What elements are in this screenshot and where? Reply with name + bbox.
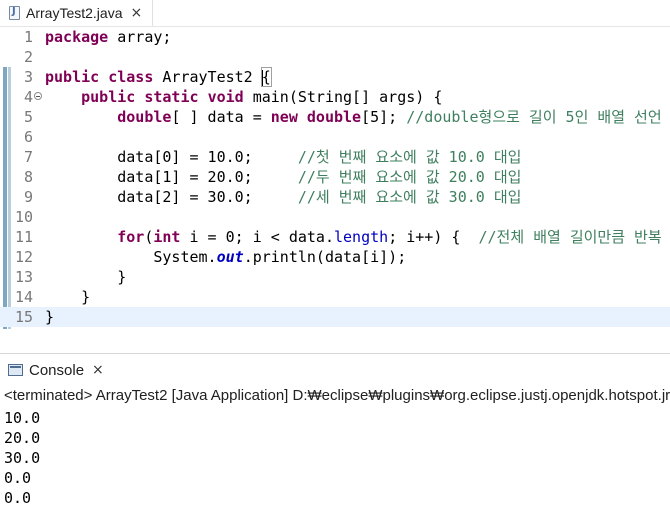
editor-tab-arraytest2[interactable]: ArrayTest2.java × — [0, 0, 153, 26]
code-line[interactable]: 13 } — [0, 267, 670, 287]
line-number: 14 — [14, 288, 33, 306]
code-line[interactable]: 10 — [0, 207, 670, 227]
console-process-header: <terminated> ArrayTest2 [Java Applicatio… — [4, 387, 670, 404]
console-icon — [8, 364, 23, 376]
line-number: 8 — [23, 168, 33, 186]
code-line[interactable]: 9 data[2] = 30.0; //세 번째 요소에 값 30.0 대입 — [0, 187, 670, 207]
code-line[interactable]: 4 public static void main(String[] args)… — [0, 87, 670, 107]
code-text: } — [45, 268, 127, 286]
code-text: package array; — [45, 28, 172, 46]
code-text: System.out.println(data[i]); — [45, 248, 407, 266]
editor-tab-bar: ArrayTest2.java × — [0, 0, 670, 27]
code-text: } — [45, 288, 91, 306]
console-output-line: 30.0 — [4, 449, 41, 467]
code-text: data[2] = 30.0; //세 번째 요소에 값 30.0 대입 — [45, 188, 522, 206]
code-line[interactable]: 14 } — [0, 287, 670, 307]
line-number: 5 — [23, 108, 33, 126]
code-line[interactable]: 3 public class ArrayTest2 { — [0, 67, 670, 87]
line-number: 1 — [23, 28, 33, 46]
line-number: 9 — [23, 188, 33, 206]
code-text: public static void main(String[] args) { — [81, 88, 443, 106]
line-number: 2 — [23, 48, 33, 66]
panel-divider — [0, 353, 670, 354]
code-line[interactable]: 8 data[1] = 20.0; //두 번째 요소에 값 20.0 대입 — [0, 167, 670, 187]
console-output[interactable]: 10.0 20.0 30.0 0.0 0.0 — [4, 408, 670, 508]
code-text: data[1] = 20.0; //두 번째 요소에 값 20.0 대입 — [45, 168, 522, 186]
console-tab-label: Console — [29, 361, 85, 379]
code-text: public class ArrayTest2 { — [45, 67, 272, 87]
line-number: 4 — [23, 88, 33, 106]
code-line[interactable]: 5 double[ ] data = new double[5]; //doub… — [0, 107, 670, 127]
console-output-line: 0.0 — [4, 469, 32, 487]
code-line[interactable]: 2 — [0, 47, 670, 67]
line-number: 10 — [14, 208, 33, 226]
line-number: 15 — [14, 308, 33, 326]
code-line[interactable]: 7 data[0] = 10.0; //첫 번째 요소에 값 10.0 대입 — [0, 147, 670, 167]
editor-tab-label: ArrayTest2.java — [26, 5, 123, 21]
line-number: 12 — [14, 248, 33, 266]
code-text: double[ ] data = new double[5]; //double… — [117, 108, 662, 126]
close-icon[interactable]: × — [130, 6, 142, 20]
line-number: 6 — [23, 128, 33, 146]
code-text: for(int i = 0; i < data.length; i++) { /… — [117, 228, 662, 246]
line-number: 13 — [14, 268, 33, 286]
code-line[interactable]: 1 package array; — [0, 27, 670, 47]
code-line[interactable]: 12 System.out.println(data[i]); — [0, 247, 670, 267]
line-number: 11 — [14, 228, 33, 246]
java-file-icon — [9, 6, 20, 20]
close-icon[interactable]: × — [92, 362, 104, 378]
console-output-line: 0.0 — [4, 489, 32, 507]
code-text: data[0] = 10.0; //첫 번째 요소에 값 10.0 대입 — [45, 148, 522, 166]
line-number: 7 — [23, 148, 33, 166]
console-output-line: 20.0 — [4, 429, 41, 447]
console-tab[interactable]: Console × — [0, 357, 104, 383]
code-text: } — [45, 308, 55, 326]
fold-toggle-icon[interactable] — [34, 92, 42, 100]
code-editor[interactable]: 1 package array; 2 3 public class ArrayTest2… — [0, 27, 670, 331]
line-number: 3 — [23, 68, 33, 86]
code-line[interactable]: 6 — [0, 127, 670, 147]
console-output-line: 10.0 — [4, 409, 41, 427]
code-line[interactable]: 11 for(int i = 0; i < data.length; i++) … — [0, 227, 670, 247]
code-line[interactable]: 15} — [0, 307, 670, 327]
